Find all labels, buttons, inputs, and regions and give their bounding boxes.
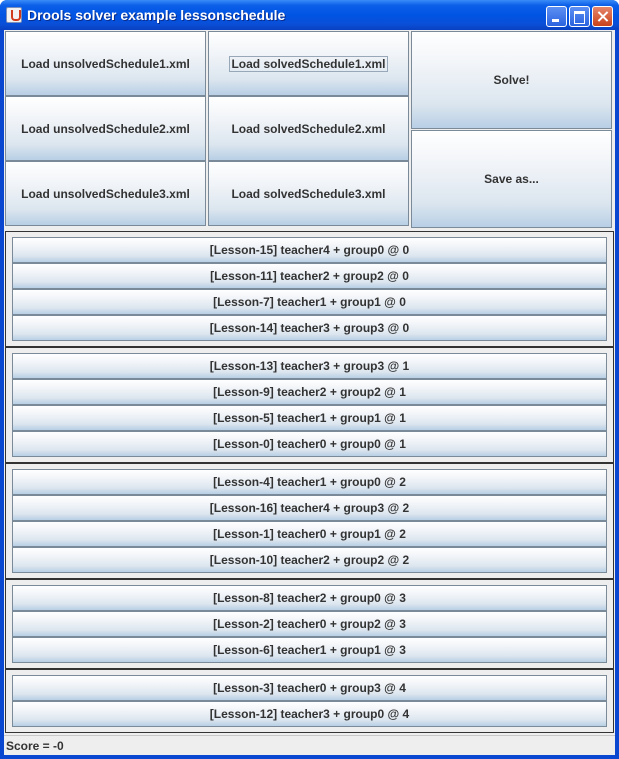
timeslot-panel-1: [Lesson-13] teacher3 + group3 @ 1 [Lesso… xyxy=(5,347,614,463)
save-as-button[interactable]: Save as... xyxy=(411,130,612,228)
lesson-label: [Lesson-4] teacher1 + group0 @ 2 xyxy=(213,475,406,489)
lesson-button[interactable]: [Lesson-15] teacher4 + group0 @ 0 xyxy=(12,237,607,263)
lesson-button[interactable]: [Lesson-1] teacher0 + group1 @ 2 xyxy=(12,521,607,547)
app-window: Drools solver example lessonschedule Loa… xyxy=(0,0,619,759)
lesson-label: [Lesson-2] teacher0 + group2 @ 3 xyxy=(213,617,406,631)
lesson-label: [Lesson-11] teacher2 + group2 @ 0 xyxy=(210,269,409,283)
lesson-button[interactable]: [Lesson-10] teacher2 + group2 @ 2 xyxy=(12,547,607,573)
load-unsolved-schedule-3-button[interactable]: Load unsolvedSchedule3.xml xyxy=(5,161,206,226)
button-label: Load solvedSchedule2.xml xyxy=(231,121,386,136)
lesson-label: [Lesson-6] teacher1 + group1 @ 3 xyxy=(213,643,406,657)
load-unsolved-schedule-2-button[interactable]: Load unsolvedSchedule2.xml xyxy=(5,96,206,161)
lesson-button[interactable]: [Lesson-9] teacher2 + group2 @ 1 xyxy=(12,379,607,405)
load-solved-schedule-1-button[interactable]: Load solvedSchedule1.xml xyxy=(208,31,409,96)
button-label: Save as... xyxy=(484,172,539,186)
lesson-button[interactable]: [Lesson-14] teacher3 + group3 @ 0 xyxy=(12,315,607,341)
timeslot-panel-2: [Lesson-4] teacher1 + group0 @ 2 [Lesson… xyxy=(5,463,614,579)
close-button[interactable] xyxy=(592,6,613,27)
lesson-label: [Lesson-0] teacher0 + group0 @ 1 xyxy=(213,437,406,451)
load-solved-schedule-2-button[interactable]: Load solvedSchedule2.xml xyxy=(208,96,409,161)
button-label: Load unsolvedSchedule3.xml xyxy=(21,186,190,201)
lesson-button[interactable]: [Lesson-6] teacher1 + group1 @ 3 xyxy=(12,637,607,663)
lesson-label: [Lesson-10] teacher2 + group2 @ 2 xyxy=(209,553,410,567)
minimize-button[interactable] xyxy=(546,6,567,27)
lesson-button[interactable]: [Lesson-11] teacher2 + group2 @ 0 xyxy=(12,263,607,289)
window-content: Load unsolvedSchedule1.xml Load unsolved… xyxy=(4,30,615,755)
lesson-button[interactable]: [Lesson-5] teacher1 + group1 @ 1 xyxy=(12,405,607,431)
lesson-label: [Lesson-8] teacher2 + group0 @ 3 xyxy=(213,591,406,605)
lesson-label: [Lesson-1] teacher0 + group1 @ 2 xyxy=(213,527,406,541)
lesson-button[interactable]: [Lesson-2] teacher0 + group2 @ 3 xyxy=(12,611,607,637)
lesson-label: [Lesson-14] teacher3 + group3 @ 0 xyxy=(209,321,410,335)
lesson-label: [Lesson-16] teacher4 + group3 @ 2 xyxy=(209,501,410,515)
load-solved-schedule-3-button[interactable]: Load solvedSchedule3.xml xyxy=(208,161,409,226)
timeslot-panel-3: [Lesson-8] teacher2 + group0 @ 3 [Lesson… xyxy=(5,579,614,669)
java-cup-icon[interactable] xyxy=(6,7,22,23)
window-title: Drools solver example lessonschedule xyxy=(27,7,286,23)
lesson-label: [Lesson-7] teacher1 + group1 @ 0 xyxy=(213,295,406,309)
lesson-label: [Lesson-9] teacher2 + group2 @ 1 xyxy=(213,385,406,399)
lesson-label: [Lesson-3] teacher0 + group3 @ 4 xyxy=(213,681,406,695)
maximize-button[interactable] xyxy=(569,6,590,27)
lesson-button[interactable]: [Lesson-3] teacher0 + group3 @ 4 xyxy=(12,675,607,701)
lesson-button[interactable]: [Lesson-16] teacher4 + group3 @ 2 xyxy=(12,495,607,521)
title-bar[interactable]: Drools solver example lessonschedule xyxy=(0,0,619,30)
button-label: Load unsolvedSchedule1.xml xyxy=(21,56,190,71)
lesson-button[interactable]: [Lesson-4] teacher1 + group0 @ 2 xyxy=(12,469,607,495)
lesson-label: [Lesson-5] teacher1 + group1 @ 1 xyxy=(213,411,406,425)
lesson-label: [Lesson-12] teacher3 + group0 @ 4 xyxy=(209,707,410,721)
lesson-button[interactable]: [Lesson-13] teacher3 + group3 @ 1 xyxy=(12,353,607,379)
button-label: Solve! xyxy=(493,73,530,87)
timeslot-panel-0: [Lesson-15] teacher4 + group0 @ 0 [Lesso… xyxy=(5,231,614,347)
button-label: Load unsolvedSchedule2.xml xyxy=(21,121,190,136)
solve-button[interactable]: Solve! xyxy=(411,31,612,129)
lesson-label: [Lesson-13] teacher3 + group3 @ 1 xyxy=(209,359,410,373)
status-bar: Score = -0 xyxy=(4,735,615,755)
load-unsolved-schedule-1-button[interactable]: Load unsolvedSchedule1.xml xyxy=(5,31,206,96)
lesson-button[interactable]: [Lesson-7] teacher1 + group1 @ 0 xyxy=(12,289,607,315)
score-label: Score = -0 xyxy=(6,739,64,753)
lesson-label: [Lesson-15] teacher4 + group0 @ 0 xyxy=(209,243,410,257)
lesson-button[interactable]: [Lesson-12] teacher3 + group0 @ 4 xyxy=(12,701,607,727)
timeslot-panel-4: [Lesson-3] teacher0 + group3 @ 4 [Lesson… xyxy=(5,669,614,733)
lesson-button[interactable]: [Lesson-0] teacher0 + group0 @ 1 xyxy=(12,431,607,457)
button-label: Load solvedSchedule1.xml xyxy=(229,55,388,72)
button-label: Load solvedSchedule3.xml xyxy=(231,186,386,201)
lesson-button[interactable]: [Lesson-8] teacher2 + group0 @ 3 xyxy=(12,585,607,611)
